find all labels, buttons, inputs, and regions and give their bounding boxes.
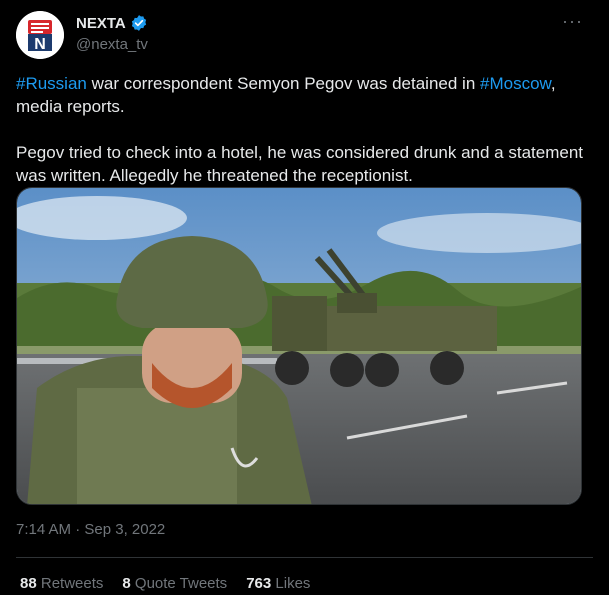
quote-tweets-count: 8	[122, 575, 131, 592]
tweet-text: #Russian war correspondent Semyon Pegov …	[16, 72, 586, 187]
retweets-label: Retweets	[40, 575, 104, 592]
avatar-letter: N	[34, 36, 46, 53]
tweet-media-image[interactable]	[16, 187, 582, 505]
retweets-count: 88	[20, 575, 37, 592]
hashtag-moscow[interactable]: #Moscow	[480, 74, 551, 93]
likes-label: Likes	[275, 575, 311, 592]
tweet: N NEXTA @nexta_tv ··· #Russian war corre…	[0, 0, 609, 595]
soldier-truck-photo	[17, 188, 581, 504]
tweet-timestamp[interactable]: 7:14 AM · Sep 3, 2022	[16, 521, 165, 538]
more-options-icon[interactable]: ···	[562, 12, 583, 30]
quote-tweets-label: Quote Tweets	[134, 575, 228, 592]
nexta-logo-icon: N	[16, 11, 64, 59]
retweets-stat[interactable]: 88 Retweets	[20, 575, 103, 592]
tweet-paragraph-2: Pegov tried to check into a hotel, he wa…	[16, 143, 584, 185]
avatar[interactable]: N	[16, 11, 64, 59]
engagement-stats: 88 Retweets 8 Quote Tweets 763 Likes	[20, 575, 310, 592]
tweet-text-segment: war correspondent Semyon Pegov was detai…	[86, 74, 480, 93]
name-row: NEXTA	[76, 14, 148, 32]
likes-count: 763	[246, 575, 272, 592]
tweet-paragraph-1: #Russian war correspondent Semyon Pegov …	[16, 72, 586, 118]
hashtag-russian[interactable]: #Russian	[16, 74, 87, 93]
likes-stat[interactable]: 763 Likes	[246, 575, 310, 592]
quote-tweets-stat[interactable]: 8 Quote Tweets	[122, 575, 227, 592]
handle[interactable]: @nexta_tv	[76, 36, 148, 53]
divider	[16, 557, 593, 558]
verified-badge-icon	[130, 14, 148, 32]
display-name[interactable]: NEXTA	[76, 15, 126, 32]
